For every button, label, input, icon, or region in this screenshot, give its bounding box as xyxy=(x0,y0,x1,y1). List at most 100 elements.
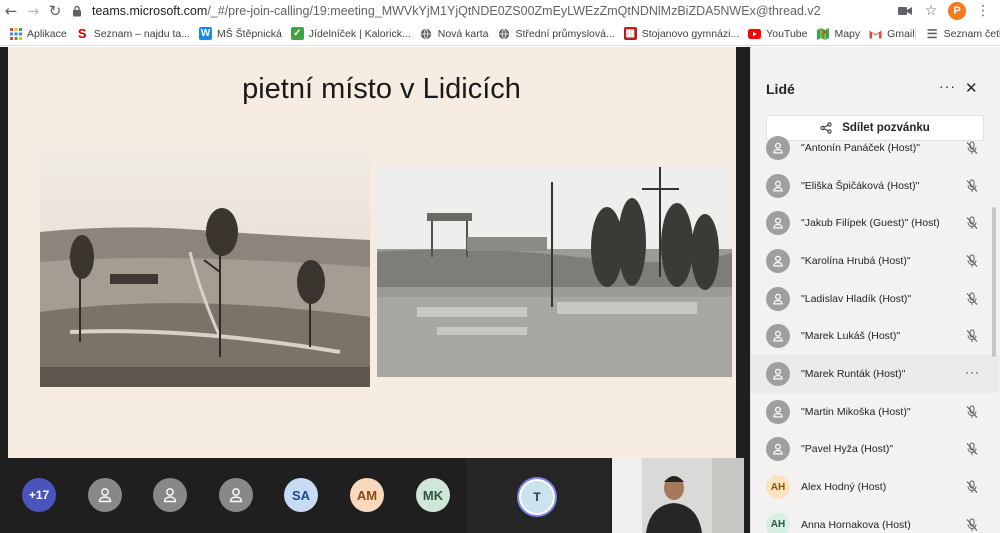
bookmark-item[interactable]: ▦ Stojanovo gymnázi... xyxy=(623,27,739,40)
reading-list[interactable]: ☰ Seznam četby xyxy=(914,26,1000,41)
participant-name: Anna Hornakova (Host) xyxy=(801,518,911,531)
globe-icon xyxy=(420,27,433,40)
participant-row[interactable]: "Martin Mikoška (Host)" xyxy=(751,393,999,431)
participant-initials-avatar: AH xyxy=(766,475,790,500)
active-speaker-avatar: T xyxy=(519,479,555,515)
mic-off-icon xyxy=(966,329,978,343)
reading-list-icon: ☰ xyxy=(926,26,938,41)
person-icon xyxy=(766,211,790,236)
participant-row[interactable]: "Eliška Špičáková (Host)" xyxy=(751,167,999,205)
bookmark-item[interactable]: S Seznam – najdu ta... xyxy=(76,26,190,41)
person-icon xyxy=(766,173,790,198)
bookmark-item[interactable]: Střední průmyslová... xyxy=(498,27,615,40)
mic-off-icon xyxy=(966,292,978,305)
mic-off-icon xyxy=(966,179,978,192)
reload-button[interactable]: ↻ xyxy=(44,0,66,22)
person-icon xyxy=(98,488,112,503)
seznam-icon: S xyxy=(77,26,87,41)
youtube-icon xyxy=(748,27,762,40)
person-icon xyxy=(766,437,790,462)
bookmark-item[interactable]: Gmail xyxy=(869,27,915,40)
more-participants-badge[interactable]: +17 xyxy=(22,478,56,512)
person-icon xyxy=(766,361,790,386)
mic-off-icon xyxy=(966,254,978,267)
participant-name: "Martin Mikoška (Host)" xyxy=(801,405,911,418)
person-icon xyxy=(766,135,790,160)
bookmark-item[interactable]: Aplikace xyxy=(9,27,67,40)
participant-name: "Marek Runták (Host)" xyxy=(801,367,906,380)
w-icon: W xyxy=(199,27,213,40)
mic-off-icon xyxy=(966,442,978,456)
webcam-video xyxy=(612,458,744,533)
participant-name: "Karolína Hrubá (Host)" xyxy=(801,254,911,267)
bookmark-item[interactable]: W MŠ Štěpnická xyxy=(199,27,282,40)
camera-icon[interactable] xyxy=(896,2,914,20)
participant-row[interactable]: AH Anna Hornakova (Host) xyxy=(751,506,999,533)
mic-off-icon xyxy=(966,518,978,531)
participant-row[interactable]: AH Alex Hodný (Host) xyxy=(751,468,999,506)
bookmark-item[interactable]: Nová karta xyxy=(420,27,489,40)
mic-off-icon xyxy=(966,480,978,494)
close-icon[interactable]: ✕ xyxy=(965,79,978,97)
participant-row[interactable]: "Pavel Hyža (Host)" xyxy=(751,431,999,469)
participant-avatar[interactable] xyxy=(153,478,187,512)
participant-row[interactable]: "Antonín Panáček (Host)" xyxy=(751,129,999,167)
bookmark-item[interactable]: YouTube xyxy=(748,27,807,40)
person-icon xyxy=(766,286,790,311)
participant-avatar-initials[interactable]: MK xyxy=(416,478,450,512)
person-icon xyxy=(766,248,790,273)
participant-avatar[interactable] xyxy=(88,478,122,512)
participant-row[interactable]: "Karolína Hrubá (Host)" xyxy=(751,242,999,280)
school-icon: ▦ xyxy=(623,27,637,40)
forward-button[interactable]: → xyxy=(22,0,44,22)
participants-list: "Antonín Panáček (Host)" "Eliška Špičáko… xyxy=(751,129,999,533)
menu-kebab-icon[interactable]: ⋮ xyxy=(974,2,992,20)
participant-row[interactable]: "Marek Lukáš (Host)" xyxy=(751,317,999,355)
browser-toolbar: ← → ↻ teams.microsoft.com/_#/pre-join-ca… xyxy=(0,0,1000,22)
presentation-slide: pietní místo v Lidicích xyxy=(8,47,736,458)
person-icon xyxy=(163,488,177,503)
self-video-tile[interactable] xyxy=(612,458,744,533)
mic-off-icon xyxy=(966,216,978,230)
participant-avatar-initials[interactable]: AM xyxy=(350,478,384,512)
star-icon[interactable]: ☆ xyxy=(922,2,940,20)
bookmark-item[interactable]: Mapy xyxy=(816,27,860,40)
person-icon xyxy=(766,399,790,424)
profile-avatar[interactable]: P xyxy=(948,2,966,20)
slide-title: pietní místo v Lidicích xyxy=(242,73,521,105)
gmail-icon xyxy=(869,27,882,40)
person-icon xyxy=(229,488,243,503)
people-panel: Lidé ··· ✕ Sdílet pozvánku "Antonín Paná… xyxy=(750,47,1000,533)
participant-row[interactable]: "Jakub Filípek (Guest)" (Host) xyxy=(751,204,999,242)
panel-more-button[interactable]: ··· xyxy=(939,78,956,94)
bookmark-item[interactable]: ✓ Jídelníček | Kalorick... xyxy=(290,27,411,40)
globe-icon xyxy=(498,27,511,40)
participant-name: "Antonín Panáček (Host)" xyxy=(801,141,920,154)
participant-name: "Ladislav Hladík (Host)" xyxy=(801,292,912,305)
active-speaker-tile[interactable]: T xyxy=(466,458,610,533)
address-bar[interactable]: teams.microsoft.com/_#/pre-join-calling/… xyxy=(72,1,896,21)
participant-name: "Jakub Filípek (Guest)" (Host) xyxy=(801,217,940,230)
maps-icon xyxy=(816,27,829,40)
lock-icon xyxy=(72,5,86,17)
panel-scrollbar[interactable] xyxy=(992,207,996,357)
participant-initials-avatar: AH xyxy=(766,512,790,533)
check-icon: ✓ xyxy=(290,27,304,40)
participant-avatar[interactable] xyxy=(219,478,253,512)
participant-name: "Marek Lukáš (Host)" xyxy=(801,330,901,343)
shared-content-stage: pietní místo v Lidicích xyxy=(0,47,750,458)
participant-name: "Eliška Špičáková (Host)" xyxy=(801,179,920,192)
participants-strip: +17 SA AM MK T xyxy=(0,458,750,533)
participant-row[interactable]: "Marek Runták (Host)" ··· xyxy=(751,355,999,393)
slide-photo-landscape xyxy=(40,142,370,387)
participant-row[interactable]: "Ladislav Hladík (Host)" xyxy=(751,280,999,318)
panel-title: Lidé xyxy=(766,81,795,97)
participant-avatar-initials[interactable]: SA xyxy=(284,478,318,512)
person-icon xyxy=(766,324,790,349)
back-button[interactable]: ← xyxy=(0,0,22,22)
slide-photo-memorial xyxy=(377,167,732,377)
mic-off-icon xyxy=(966,141,978,154)
participant-more-button[interactable]: ··· xyxy=(965,365,980,379)
url-path: /_#/pre-join-calling/19:meeting_MWVkYjM1… xyxy=(207,4,821,18)
participant-name: "Pavel Hyža (Host)" xyxy=(801,443,894,456)
